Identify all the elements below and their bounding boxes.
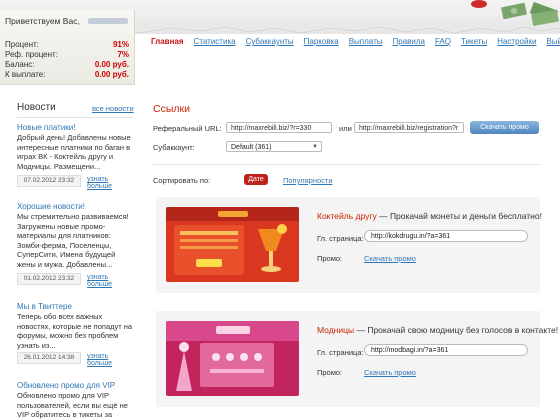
label: Процент:: [5, 40, 39, 49]
news-meta: 26.01.2012 14:38 узнать больше: [17, 352, 135, 367]
nav-home[interactable]: Главная: [151, 37, 184, 46]
news-body: Обновлено промо для VIP пользователей, е…: [17, 391, 128, 420]
news-body: Мы стремительно развиваемся! Загружены н…: [17, 212, 129, 269]
news-title-link[interactable]: Хорошие новости!: [17, 202, 135, 211]
nav-stats[interactable]: Статистика: [194, 37, 236, 46]
red-decoration-icon: [471, 0, 487, 8]
label: Реф. процент:: [5, 50, 58, 59]
main-page-label: Гл. страница:: [317, 348, 364, 357]
banknote-icon: [501, 2, 527, 20]
value: 0.00 руб.: [94, 70, 129, 79]
promo-banner-image[interactable]: [166, 321, 299, 396]
value: 0.00 руб.: [94, 60, 129, 69]
news-more-link[interactable]: узнать больше: [87, 176, 135, 190]
or-label: или: [339, 124, 352, 133]
news-item: Новые платики! Добрый день! Добавлены но…: [17, 123, 135, 171]
promo-banner-image[interactable]: [166, 207, 299, 282]
nav-tickets[interactable]: Тикеты: [461, 37, 487, 46]
nav-settings[interactable]: Настройки: [497, 37, 536, 46]
news-date: 07.02.2012 23:32: [17, 175, 81, 187]
nav-parking[interactable]: Парковка: [304, 37, 339, 46]
news-date: 26.01.2012 14:38: [17, 352, 81, 364]
nav-rules[interactable]: Правила: [393, 37, 425, 46]
nav-faq[interactable]: FAQ: [435, 37, 451, 46]
news-more-link[interactable]: узнать больше: [87, 274, 135, 288]
sort-by-date-button[interactable]: Дате: [244, 174, 268, 185]
account-row-balance: Баланс: 0.00 руб.: [5, 60, 129, 69]
account-row-payout: К выплате: 0.00 руб.: [5, 70, 129, 79]
divider: [153, 164, 541, 165]
nav-payouts[interactable]: Выплаты: [349, 37, 383, 46]
subaccount-value: Default (361): [231, 144, 272, 151]
main-page-url-field[interactable]: http://kokdrugu.in/?a=361: [364, 230, 528, 242]
account-panel: Приветствуем Вас, Процент: 91% Реф. проце…: [0, 10, 135, 85]
news-meta: 07.02.2012 23:32 узнать больше: [17, 175, 135, 190]
label: Баланс:: [5, 60, 35, 69]
account-row-ref-percent: Реф. процент: 7%: [5, 50, 129, 59]
promo-name[interactable]: Коктейль другу: [317, 211, 377, 221]
nav-subaccounts[interactable]: Субаккаунты: [246, 37, 294, 46]
news-title-link[interactable]: Обновлено промо для VIP: [17, 381, 135, 390]
news-title-link[interactable]: Новые платики!: [17, 123, 135, 132]
news-title-link[interactable]: Мы в Твиттере: [17, 302, 135, 311]
label: К выплате:: [5, 70, 46, 79]
news-more-link[interactable]: узнать больше: [87, 353, 135, 367]
promo-label: Промо:: [317, 254, 343, 263]
username-redacted: [88, 18, 128, 24]
divider: [17, 117, 133, 118]
nav-logout[interactable]: Выйти: [546, 37, 560, 46]
main-page-label: Гл. страница:: [317, 234, 364, 243]
money-stack-icon: [530, 2, 559, 26]
promo-name[interactable]: Модницы: [317, 325, 354, 335]
download-promo-link[interactable]: Скачать промо: [364, 368, 416, 377]
promo-desc: — Прокачай свою модницу без голосов в ко…: [354, 325, 559, 335]
news-date: 01.02.2012 23:32: [17, 273, 81, 285]
main-page-url-field[interactable]: http://modbagi.in/?a=361: [364, 344, 528, 356]
promo-card: Коктейль другу — Прокачай монеты и деньг…: [156, 197, 542, 293]
subaccount-select[interactable]: Default (361) ▼: [226, 141, 322, 152]
news-item: Обновлено промо для VIP Обновлено промо …: [17, 381, 135, 420]
promo-title: Модницы — Прокачай свою модницу без голо…: [317, 325, 558, 335]
account-row-percent: Процент: 91%: [5, 40, 129, 49]
news-item: Мы в Твиттере Теперь обо всех важных нов…: [17, 302, 135, 350]
news-body: Добрый день! Добавлены новые интересные …: [17, 133, 131, 171]
chevron-down-icon: ▼: [312, 144, 318, 150]
download-promo-button[interactable]: Скачать промо: [470, 121, 539, 134]
news-item: Хорошие новости! Мы стремительно развива…: [17, 202, 135, 270]
main-nav: Главная Статистика Субаккаунты Парковка …: [151, 37, 560, 46]
news-meta: 01.02.2012 23:32 узнать больше: [17, 273, 135, 288]
value: 91%: [112, 40, 129, 49]
section-title: Ссылки: [153, 103, 190, 115]
promo-card: Модницы — Прокачай свою модницу без голо…: [156, 311, 558, 407]
promo-title: Коктейль другу — Прокачай монеты и деньг…: [317, 211, 542, 221]
sort-by-popularity-link[interactable]: Популярности: [283, 176, 333, 185]
fashion-banner-icon: [166, 321, 299, 396]
ref-url-label: Реферальный URL:: [153, 124, 222, 133]
cocktail-banner-icon: [166, 207, 299, 282]
all-news-link[interactable]: все новости: [92, 104, 134, 113]
ref-registration-url-field[interactable]: http://maxrebill.biz/registration?r: [354, 122, 464, 133]
news-heading: Новости: [17, 102, 56, 113]
news-body: Теперь обо всех важных новостях, которые…: [17, 312, 133, 350]
ref-url-field[interactable]: http://maxrebill.biz/?r=330: [226, 122, 332, 133]
download-promo-link[interactable]: Скачать промо: [364, 254, 416, 263]
value: 7%: [117, 50, 129, 59]
promo-desc: — Прокачай монеты и деньги бесплатно!: [376, 211, 542, 221]
subaccount-label: Субаккаунт:: [153, 143, 195, 152]
promo-label: Промо:: [317, 368, 343, 377]
greeting: Приветствуем Вас,: [5, 16, 80, 26]
sort-label: Сортировать по:: [153, 176, 211, 185]
